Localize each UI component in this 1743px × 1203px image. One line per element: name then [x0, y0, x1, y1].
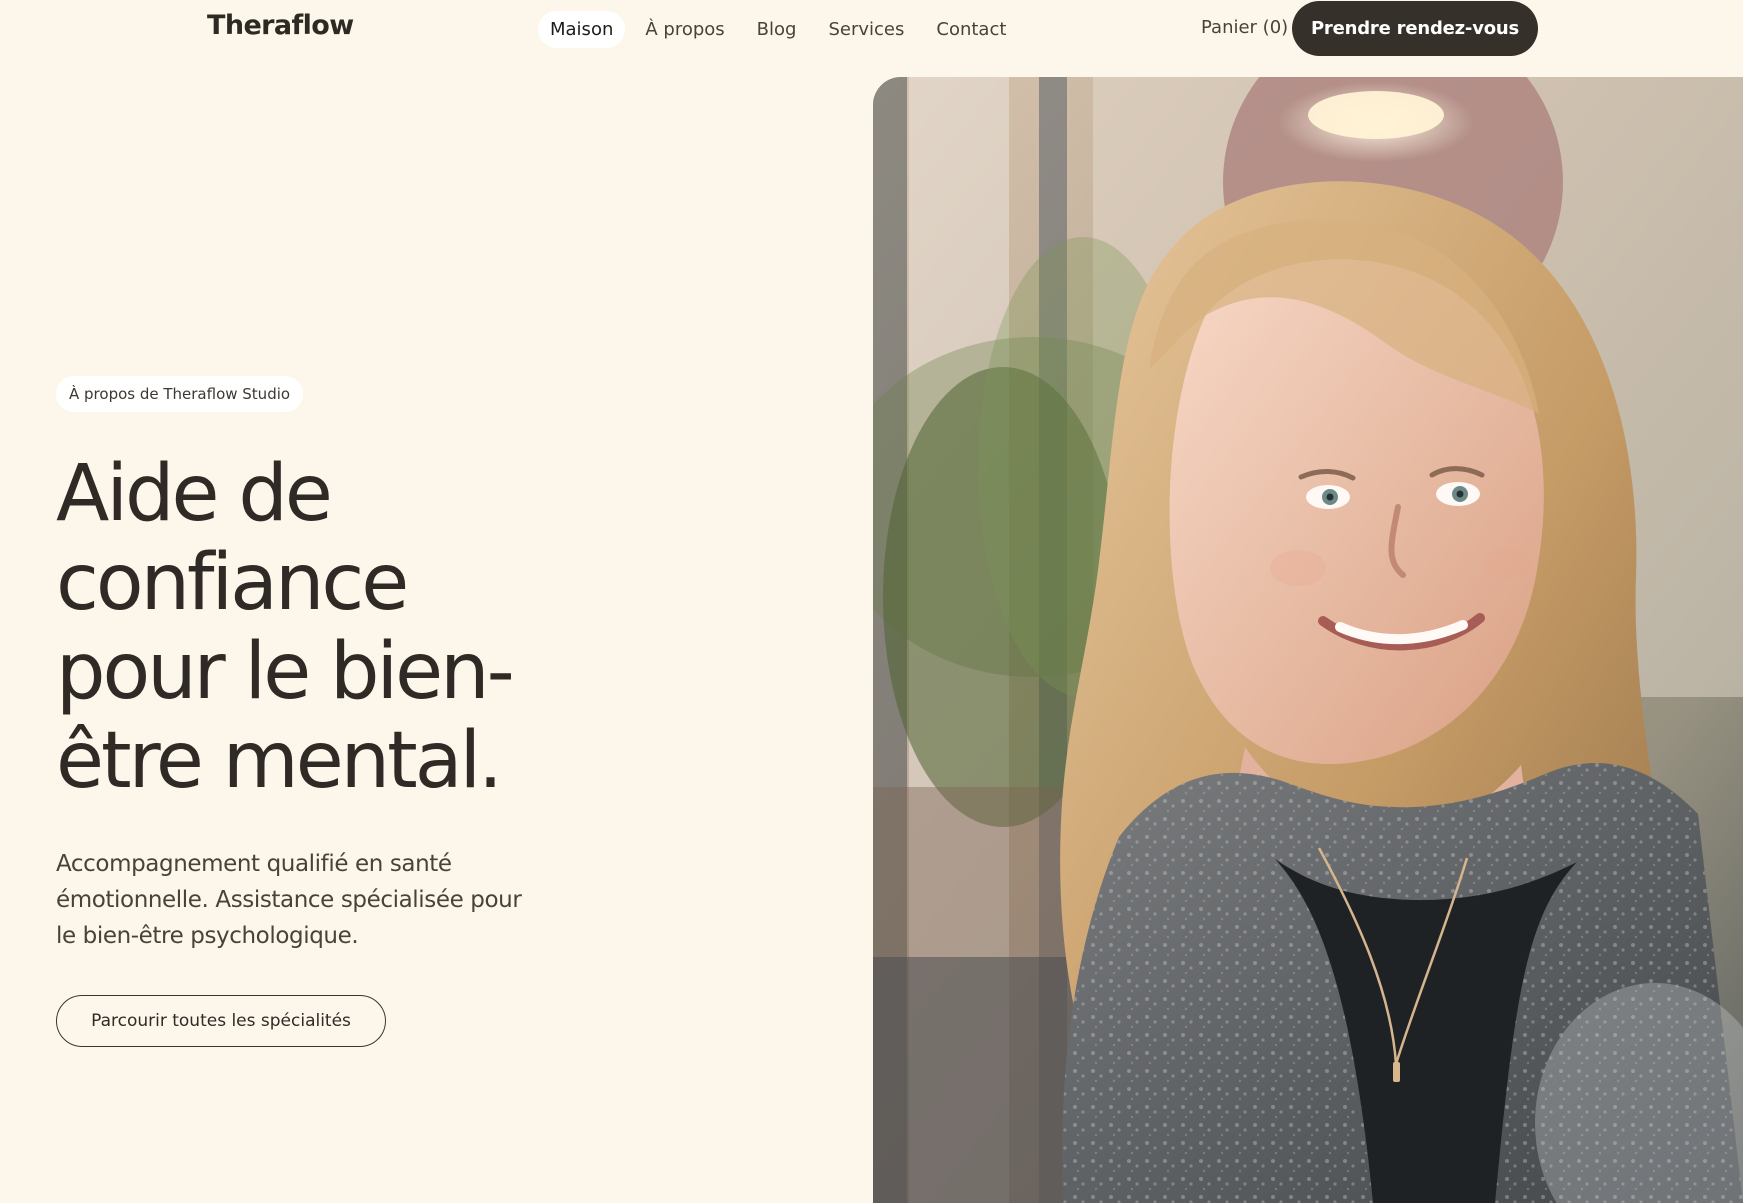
hero-photo	[873, 77, 1743, 1203]
book-appointment-button[interactable]: Prendre rendez-vous	[1292, 1, 1538, 56]
woman-portrait-illustration	[873, 77, 1743, 1203]
hero-description: Accompagnement qualifié en santé émotion…	[56, 851, 522, 949]
nav-item-services[interactable]: Services	[816, 11, 916, 48]
hero-title-line: Aide de	[56, 449, 333, 539]
nav-item-maison[interactable]: Maison	[538, 11, 626, 48]
hero-title-line: pour le bien-	[56, 627, 515, 717]
hero-title-line: confiance	[56, 538, 409, 628]
hero-title: Aide de confiance pour le bien- être men…	[56, 450, 556, 806]
main-navigation: Maison À propos Blog Services Contact	[538, 11, 1018, 48]
hero-title-line: être mental.	[56, 716, 503, 806]
site-header: Theraflow Maison À propos Blog Services …	[0, 0, 1743, 66]
nav-item-blog[interactable]: Blog	[745, 11, 809, 48]
nav-item-contact[interactable]: Contact	[924, 11, 1018, 48]
cart-link[interactable]: Panier (0)	[1201, 17, 1288, 38]
hero-copy: À propos de Theraflow Studio Aide de con…	[56, 376, 656, 1047]
nav-item-a-propos[interactable]: À propos	[633, 11, 736, 48]
browse-specialties-button[interactable]: Parcourir toutes les spécialités	[56, 995, 386, 1047]
eyebrow-badge: À propos de Theraflow Studio	[56, 376, 304, 412]
brand-logo[interactable]: Theraflow	[207, 10, 354, 41]
